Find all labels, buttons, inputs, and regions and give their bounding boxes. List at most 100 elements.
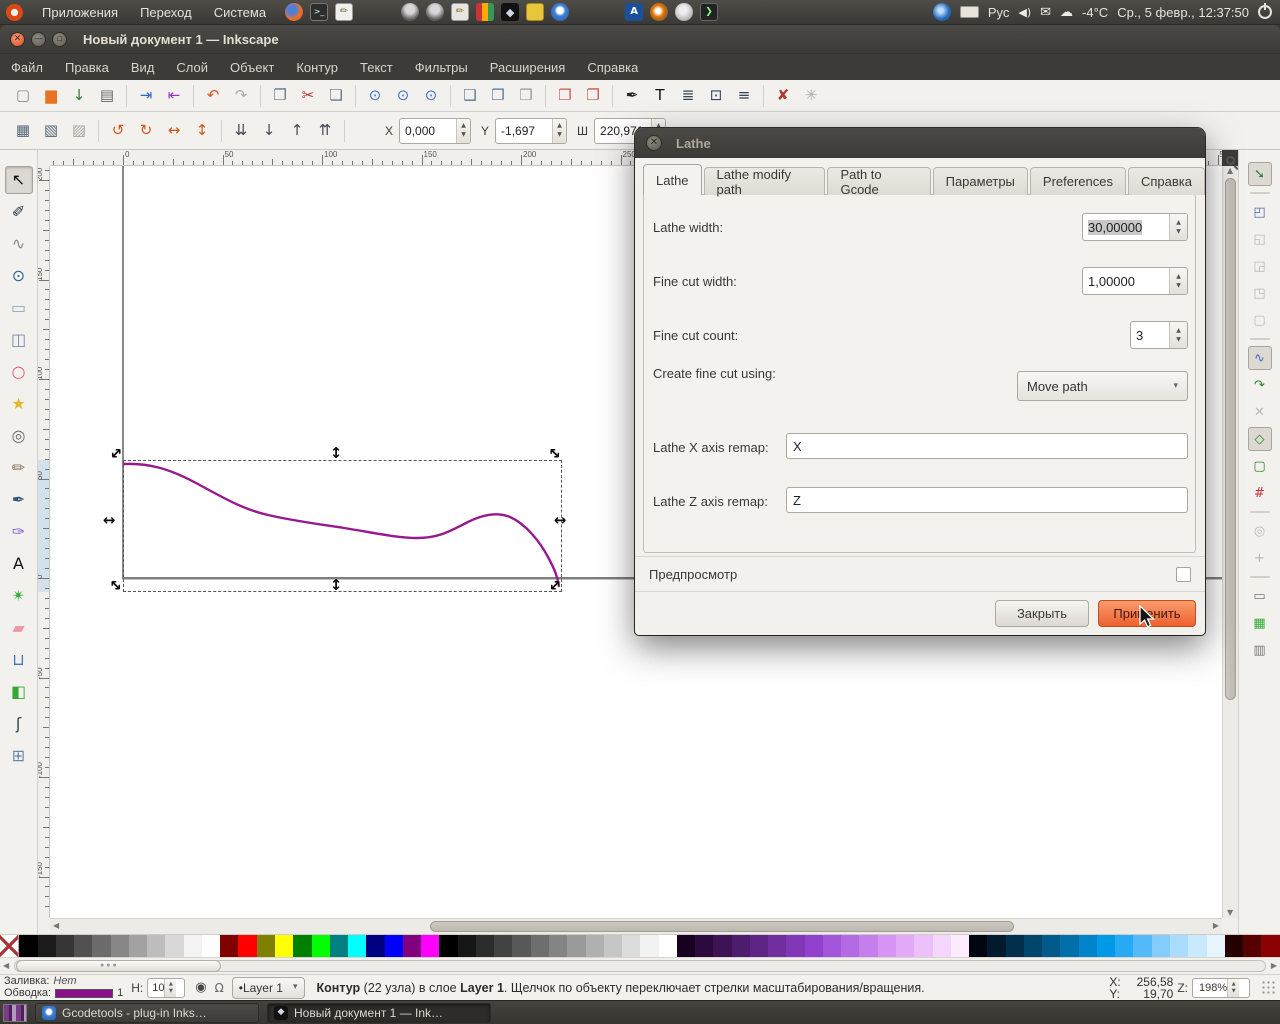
rotate-ccw-button[interactable]: ↺ [105,118,131,144]
gear-icon[interactable]: ✳ [798,83,824,109]
vertical-ruler[interactable]: -150-100-50050100150200 [38,166,50,918]
layer-lock-icon[interactable]: Ω [215,982,224,994]
menu-file[interactable]: Файл [0,54,54,80]
palette-swatch[interactable] [1060,935,1079,957]
snap-paths-button[interactable]: ↷ [1248,373,1272,397]
pen-tool[interactable]: ✒ [5,486,33,514]
palette-swatch[interactable] [804,935,823,957]
flip-horizontal-button[interactable]: ↔ [161,118,187,144]
palette-swatch[interactable] [183,935,202,957]
pidgin-icon-2[interactable] [426,3,445,21]
fine-cut-width-field[interactable]: 1,00000 ▲ ▼ [1082,267,1188,295]
tab-lathe[interactable]: Lathe [643,164,702,195]
palette-swatch[interactable] [19,935,38,957]
snap-bbox-button[interactable]: ◰ [1248,200,1272,224]
menu-system[interactable]: Система [203,0,277,25]
palette-swatch[interactable] [110,935,129,957]
palette-swatch[interactable] [238,935,257,957]
palette-swatch[interactable] [1261,935,1280,957]
palette-swatch[interactable] [1206,935,1225,957]
palette-swatch[interactable] [749,935,769,957]
vertical-scrollbar[interactable]: ▲ ▼ [1222,166,1238,918]
fine-cut-count-spinner[interactable]: ▲ ▼ [1169,322,1187,348]
palette-swatch[interactable] [293,935,312,957]
fill-stroke-button[interactable]: ✒ [619,83,645,109]
zoom-corner-icon[interactable] [1226,156,1235,165]
tab-parameters[interactable]: Параметры [932,167,1028,195]
close-button[interactable]: Закрыть [995,600,1089,627]
snap-nodes-button[interactable]: ∿ [1247,346,1272,370]
layer-selector[interactable]: •Layer 1 ▾ [231,976,305,999]
palette-swatch[interactable] [201,935,221,957]
palette-swatch[interactable] [439,935,458,957]
snap-enable-button[interactable]: ➘ [1247,162,1272,186]
app-icon-a[interactable]: A [625,3,644,21]
snap-cusp-nodes-button[interactable]: ◇ [1247,427,1272,451]
scroll-right-arrow[interactable]: ▶ [1213,922,1219,930]
thunderbird-icon[interactable] [932,3,951,21]
y-coordinate-field[interactable]: -1,697 ▲ ▼ [495,117,568,144]
save-button[interactable]: ↓ [66,83,92,109]
menu-filters[interactable]: Фильтры [404,54,479,80]
stroke-width-value[interactable]: 1 [117,988,123,999]
snap-bbox-corners-button[interactable]: ◲ [1248,254,1272,278]
zoom-page-button[interactable]: ⊙ [418,83,444,109]
menu-view[interactable]: Вид [120,54,166,80]
node-tool[interactable]: ✐ [5,198,33,226]
palette-swatch[interactable] [1170,935,1189,957]
shell-icon[interactable]: ❯ [700,3,719,21]
palette-swatch[interactable] [987,935,1006,957]
palette-swatch[interactable] [1115,935,1134,957]
task-gcodetools[interactable]: Gcodetools - plug-in Inks… [35,1002,259,1023]
palette-swatch[interactable] [74,935,93,957]
select-all-button[interactable]: ▦ [10,118,36,144]
palette-swatch[interactable] [859,935,878,957]
zoom-drawing-button[interactable]: ⊙ [390,83,416,109]
box3d-tool[interactable]: ◫ [5,326,33,354]
palette-swatch[interactable] [1078,935,1097,957]
rotate-cw-button[interactable]: ↻ [133,118,159,144]
text-tool[interactable]: A [5,550,33,578]
tab-lathe-modify-path[interactable]: Lathe modify path [703,167,826,197]
palette-swatch[interactable] [822,935,842,957]
snap-intersections-button[interactable]: ✕ [1248,400,1272,424]
raise-to-top-button[interactable]: ⇈ [312,118,338,144]
gimp-icon[interactable] [675,3,694,21]
spray-tool[interactable]: ✴ [5,582,33,610]
y-spinner[interactable]: ▲ ▼ [552,118,567,143]
palette-swatch[interactable] [841,935,860,957]
copy-button[interactable]: ❐ [267,83,293,109]
selector-tool[interactable]: ↖ [4,166,33,194]
menu-places[interactable]: Переход [129,0,203,25]
palette-scroll-right[interactable]: ▶ [1271,962,1277,970]
x-spinner[interactable]: ▲ ▼ [456,118,471,143]
palette-swatch[interactable] [1023,935,1043,957]
pidgin-icon[interactable] [401,3,420,21]
keyboard-layout-label[interactable]: Рус [988,5,1010,20]
spiral-tool[interactable]: ◎ [5,422,33,450]
palette-swatch[interactable] [658,935,677,957]
palette-swatch[interactable] [0,935,20,957]
lathe-dialog-titlebar[interactable]: ✕ Lathe [635,128,1205,158]
vertical-scrollbar-thumb[interactable] [1225,178,1236,700]
window-close-button[interactable]: ✕ [10,31,25,47]
menu-edit[interactable]: Правка [54,54,120,80]
palette-swatch[interactable] [713,935,732,957]
inkscape-icon[interactable]: ◆ [501,3,520,21]
text-dialog-button[interactable]: T [647,83,673,109]
workspace-switcher[interactable] [3,1003,27,1022]
align-dialog-button[interactable]: ≡ [731,83,757,109]
paint-bucket-tool[interactable]: ⊔ [5,646,33,674]
ungroup-button[interactable]: ❐ [580,83,606,109]
menu-object[interactable]: Объект [219,54,285,80]
palette-swatch[interactable] [695,935,714,957]
palette-swatch[interactable] [494,935,513,957]
opacity-field[interactable]: 10 ▲ ▼ [147,977,186,998]
menu-extensions[interactable]: Расширения [479,54,577,80]
palette-swatch[interactable] [421,935,440,957]
menu-path[interactable]: Контур [285,54,349,80]
firefox-icon[interactable] [285,3,304,21]
unlink-clone-button[interactable]: ❒ [513,83,539,109]
palette-swatch[interactable] [256,935,275,957]
layers-dialog-button[interactable]: ≣ [675,83,701,109]
